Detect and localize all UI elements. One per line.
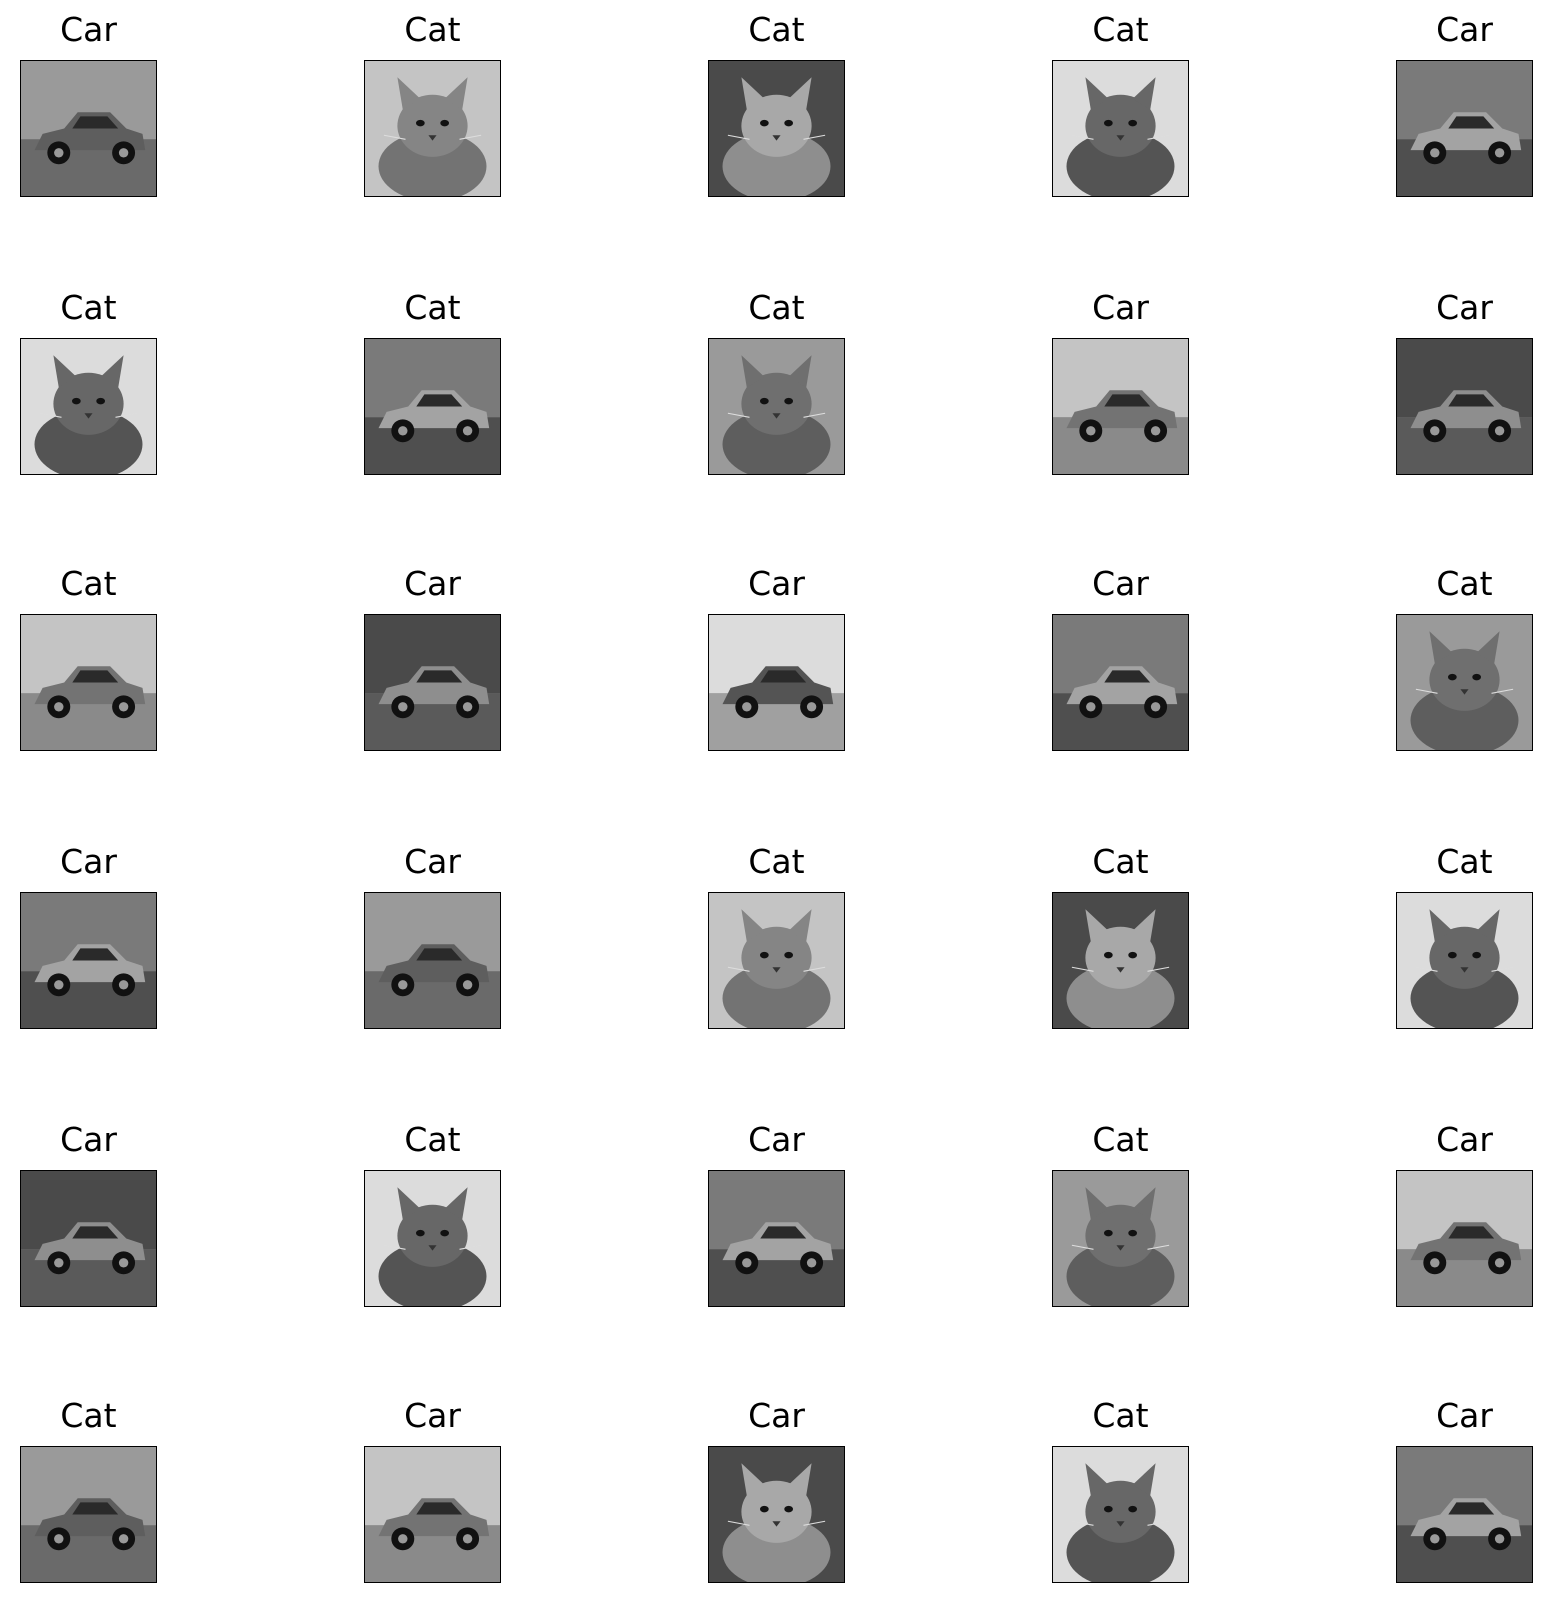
tile-title: Cat xyxy=(60,1396,117,1435)
tile-title: Car xyxy=(404,564,461,603)
car-photo xyxy=(1396,338,1533,475)
tile-title: Cat xyxy=(1092,1396,1149,1435)
tile-title: Car xyxy=(1436,1396,1493,1435)
tile-title: Car xyxy=(60,10,117,49)
tile-title: Car xyxy=(748,564,805,603)
cat-photo xyxy=(1052,1170,1189,1307)
cat-photo xyxy=(1052,892,1189,1029)
tile-title: Car xyxy=(404,1396,461,1435)
car-photo xyxy=(20,1446,157,1583)
car-photo xyxy=(1052,338,1189,475)
tile-title: Cat xyxy=(404,1120,461,1159)
tile-title: Cat xyxy=(1436,564,1493,603)
car-photo xyxy=(364,614,501,751)
tile-title: Cat xyxy=(60,288,117,327)
cat-photo xyxy=(708,892,845,1029)
tile-title: Car xyxy=(1436,288,1493,327)
cat-photo xyxy=(708,338,845,475)
cat-photo xyxy=(364,1170,501,1307)
car-photo xyxy=(20,1170,157,1307)
cat-photo xyxy=(364,60,501,197)
car-photo xyxy=(708,1170,845,1307)
tile-title: Car xyxy=(1092,288,1149,327)
tile-title: Cat xyxy=(404,288,461,327)
image-grid: Car Cat Cat Cat Car Cat Cat Cat Car Car Cat Car Car C… xyxy=(0,0,1562,1616)
car-photo xyxy=(20,892,157,1029)
cat-photo xyxy=(1052,60,1189,197)
car-photo xyxy=(20,60,157,197)
cat-photo xyxy=(1052,1446,1189,1583)
car-photo xyxy=(708,614,845,751)
tile-title: Car xyxy=(1436,10,1493,49)
car-photo xyxy=(364,338,501,475)
tile-title: Cat xyxy=(1436,842,1493,881)
car-photo xyxy=(364,1446,501,1583)
tile-title: Car xyxy=(748,1396,805,1435)
cat-photo xyxy=(1396,892,1533,1029)
car-photo xyxy=(1396,1446,1533,1583)
cat-photo xyxy=(20,338,157,475)
tile-title: Cat xyxy=(1092,1120,1149,1159)
tile-title: Car xyxy=(60,1120,117,1159)
tile-title: Cat xyxy=(1092,10,1149,49)
cat-photo xyxy=(1396,614,1533,751)
car-photo xyxy=(1396,1170,1533,1307)
tile-title: Car xyxy=(404,842,461,881)
cat-photo xyxy=(708,60,845,197)
tile-title: Cat xyxy=(748,842,805,881)
tile-title: Cat xyxy=(404,10,461,49)
tile-title: Cat xyxy=(1092,842,1149,881)
tile-title: Car xyxy=(1436,1120,1493,1159)
tile-title: Cat xyxy=(60,564,117,603)
tile-title: Car xyxy=(748,1120,805,1159)
tile-title: Car xyxy=(1092,564,1149,603)
car-photo xyxy=(364,892,501,1029)
car-photo xyxy=(20,614,157,751)
tile-title: Cat xyxy=(748,288,805,327)
cat-photo xyxy=(708,1446,845,1583)
car-photo xyxy=(1052,614,1189,751)
car-photo xyxy=(1396,60,1533,197)
tile-title: Car xyxy=(60,842,117,881)
tile-title: Cat xyxy=(748,10,805,49)
